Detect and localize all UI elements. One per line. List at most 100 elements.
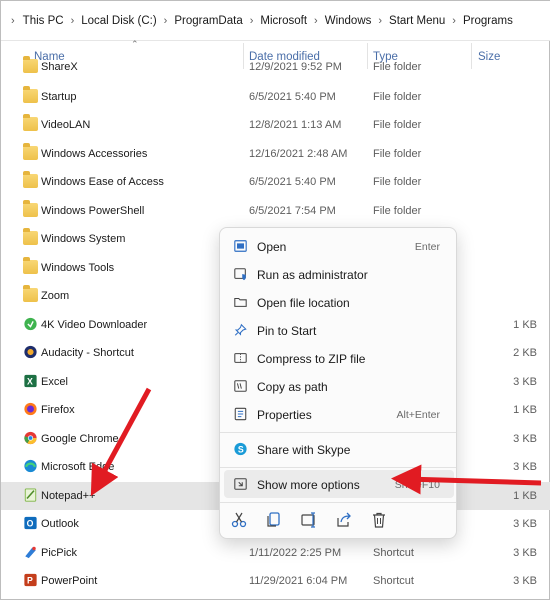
breadcrumb-chevron-icon: › [452, 14, 456, 27]
file-name: Excel [41, 376, 68, 388]
file-size: 1 KB [513, 490, 537, 502]
file-name: Startup [41, 91, 77, 103]
list-item[interactable]: Windows PowerShell 6/5/2021 7:54 PM File… [1, 197, 550, 225]
list-item[interactable]: ShareX 12/9/2021 9:52 PM File folder [1, 53, 550, 81]
menu-item-label: Open [257, 240, 287, 254]
file-size: 3 KB [513, 461, 537, 473]
folder-open-icon [234, 297, 247, 307]
file-name: Firefox [41, 404, 75, 416]
open-icon [234, 240, 247, 252]
4k-video-downloader-icon [24, 317, 37, 331]
crumb-programs[interactable]: Programs [463, 15, 513, 27]
file-explorer-window: › This PC › Local Disk (C:) › ProgramData ›… [0, 0, 550, 600]
menu-item-copy-as-path[interactable]: Copy as path [224, 372, 454, 400]
file-size: 3 KB [513, 376, 537, 388]
file-name: VideoLAN [41, 119, 91, 131]
file-type: File folder [373, 148, 422, 160]
delete-icon[interactable] [370, 511, 388, 529]
file-type: File folder [373, 205, 422, 217]
copy-icon[interactable] [265, 511, 283, 529]
folder-icon [23, 171, 38, 188]
file-name: Windows Tools [41, 262, 115, 274]
chrome-icon [24, 431, 37, 445]
file-size: 3 KB [513, 518, 537, 530]
properties-icon [234, 407, 247, 421]
crumb-local-disk[interactable]: Local Disk (C:) [81, 15, 156, 27]
file-size: 1 KB [513, 404, 537, 416]
menu-item-label: Open file location [257, 296, 350, 310]
rename-icon[interactable] [300, 511, 318, 529]
breadcrumb-chevron-icon: › [70, 14, 75, 27]
crumb-programdata[interactable]: ProgramData [174, 15, 242, 27]
list-item[interactable]: PicPick 1/11/2022 2:25 PM Shortcut 3 KB [1, 539, 550, 567]
menu-item-share-skype[interactable]: S Share with Skype [224, 435, 454, 463]
list-item[interactable]: Startup 6/5/2021 5:40 PM File folder [1, 83, 550, 111]
file-date: 6/5/2021 7:54 PM [249, 205, 336, 217]
crumb-start-menu[interactable]: Start Menu [389, 15, 445, 27]
crumb-microsoft[interactable]: Microsoft [260, 15, 307, 27]
skype-icon: S [234, 442, 247, 456]
audacity-icon [24, 345, 37, 359]
svg-text:O: O [27, 519, 34, 529]
menu-item-label: Copy as path [257, 380, 328, 394]
breadcrumb-chevron-icon[interactable]: › [11, 15, 15, 27]
crumb-this-pc[interactable]: This PC [23, 15, 64, 27]
outlook-icon: O [24, 516, 37, 530]
folder-icon [23, 143, 38, 160]
folder-icon [23, 56, 38, 73]
file-type: File folder [373, 61, 422, 73]
folder-icon [23, 86, 38, 103]
file-name: Microsoft Edge [41, 461, 115, 473]
menu-item-label: Compress to ZIP file [257, 352, 366, 366]
list-item[interactable]: Windows Ease of Access 6/5/2021 5:40 PM … [1, 168, 550, 196]
copy-path-icon [234, 380, 247, 392]
list-item[interactable]: P PowerPoint 11/29/2021 6:04 PM Shortcut… [1, 567, 550, 595]
list-item[interactable]: Windows Accessories 12/16/2021 2:48 AM F… [1, 140, 550, 168]
menu-item-run-as-admin[interactable]: Run as administrator [224, 260, 454, 288]
menu-item-label: Share with Skype [257, 443, 351, 457]
menu-item-pin-to-start[interactable]: Pin to Start [224, 316, 454, 344]
breadcrumb-chevron-icon: › [163, 14, 168, 27]
list-item[interactable]: VideoLAN 12/8/2021 1:13 AM File folder [1, 111, 550, 139]
file-type: Shortcut [373, 547, 414, 559]
file-date: 12/8/2021 1:13 AM [249, 119, 342, 131]
breadcrumb-chevron-icon: › [249, 14, 254, 27]
file-name: Audacity - Shortcut [41, 347, 134, 359]
sort-ascending-icon: ⌃ [131, 39, 139, 49]
menu-divider [220, 502, 456, 503]
folder-icon [23, 200, 38, 217]
file-size: 3 KB [513, 433, 537, 445]
folder-icon [23, 228, 38, 245]
folder-icon [23, 114, 38, 131]
menu-item-properties[interactable]: Properties Alt+Enter [224, 400, 454, 428]
menu-item-shortcut: Shift+F10 [394, 479, 440, 491]
file-name: PowerPoint [41, 575, 98, 587]
file-size: 3 KB [513, 575, 537, 587]
file-name: Notepad++ [41, 490, 96, 502]
folder-icon [23, 257, 38, 274]
file-name: Windows Accessories [41, 148, 148, 160]
notepadpp-icon [24, 488, 37, 502]
file-date: 12/16/2021 2:48 AM [249, 148, 348, 160]
picpick-icon [25, 546, 36, 559]
svg-text:S: S [238, 445, 244, 455]
file-name: 4K Video Downloader [41, 319, 148, 331]
menu-item-open[interactable]: Open Enter [224, 232, 454, 260]
menu-item-compress-zip[interactable]: Compress to ZIP file [224, 344, 454, 372]
menu-item-show-more-options[interactable]: Show more options Shift+F10 [224, 470, 454, 498]
cut-icon[interactable] [230, 511, 248, 529]
file-name: ShareX [41, 61, 78, 73]
context-menu: Open Enter Run as administrator Open fil… [219, 227, 457, 539]
menu-divider [220, 432, 456, 433]
crumb-windows[interactable]: Windows [325, 15, 372, 27]
menu-item-label: Properties [257, 408, 312, 422]
zip-icon [234, 353, 247, 363]
share-icon[interactable] [335, 511, 353, 529]
svg-text:P: P [27, 576, 33, 586]
menu-item-shortcut: Alt+Enter [396, 409, 440, 421]
menu-item-open-file-location[interactable]: Open file location [224, 288, 454, 316]
file-date: 6/5/2021 5:40 PM [249, 91, 336, 103]
pin-icon [234, 323, 247, 336]
file-date: 1/11/2022 2:25 PM [249, 547, 342, 559]
file-date: 12/9/2021 9:52 PM [249, 61, 342, 73]
